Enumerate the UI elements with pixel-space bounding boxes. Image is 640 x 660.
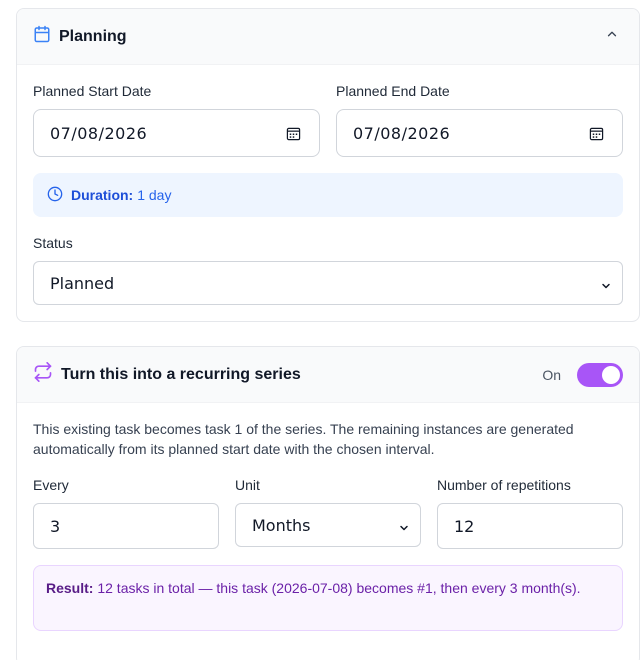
end-date-value: 07/08/2026 [353, 123, 451, 143]
recurring-title: Turn this into a recurring series [61, 365, 301, 383]
reps-label: Number of repetitions [437, 477, 571, 493]
chevron-down-icon [600, 277, 612, 296]
repeat-icon [33, 362, 53, 387]
calendar-picker-icon[interactable] [589, 126, 604, 145]
unit-select[interactable]: Months [235, 503, 421, 547]
duration-banner: Duration: 1 day [33, 173, 623, 217]
recurring-toggle[interactable] [577, 362, 623, 387]
recurring-header: Turn this into a recurring series On [17, 347, 639, 403]
end-date-label: Planned End Date [336, 83, 450, 99]
result-label: Result: [46, 580, 94, 596]
start-date-value: 07/08/2026 [50, 123, 148, 143]
start-date-input[interactable]: 07/08/2026 [33, 109, 320, 157]
planning-title: Planning [59, 27, 127, 45]
recurring-description: This existing task becomes task 1 of the… [33, 421, 574, 457]
duration-value: 1 day [137, 187, 172, 203]
reps-input[interactable]: 12 [437, 503, 623, 549]
every-value: 3 [50, 516, 61, 536]
calendar-icon [33, 25, 51, 48]
start-date-label: Planned Start Date [33, 83, 152, 99]
toggle-label: On [542, 366, 561, 383]
chevron-up-icon[interactable] [605, 27, 619, 46]
recurring-card: Turn this into a recurring series On Thi… [16, 346, 640, 660]
status-value: Planned [50, 273, 115, 293]
result-box: Result: 12 tasks in total — this task (2… [33, 565, 623, 631]
unit-value: Months [252, 515, 311, 535]
toggle-knob [602, 365, 620, 384]
status-select[interactable]: Planned [33, 261, 623, 305]
calendar-picker-icon[interactable] [286, 126, 301, 145]
planning-header[interactable]: Planning [17, 9, 639, 65]
clock-icon [47, 186, 63, 205]
chevron-down-icon [398, 519, 410, 538]
status-label: Status [33, 235, 73, 251]
every-input[interactable]: 3 [33, 503, 219, 549]
reps-value: 12 [454, 516, 475, 536]
planning-card: Planning Planned Start Date 07/08/2026 P… [16, 8, 640, 322]
duration-label: Duration: [71, 187, 134, 203]
every-label: Every [33, 477, 69, 493]
result-text: 12 tasks in total — this task (2026-07-0… [97, 580, 581, 596]
unit-label: Unit [235, 477, 260, 493]
end-date-input[interactable]: 07/08/2026 [336, 109, 623, 157]
